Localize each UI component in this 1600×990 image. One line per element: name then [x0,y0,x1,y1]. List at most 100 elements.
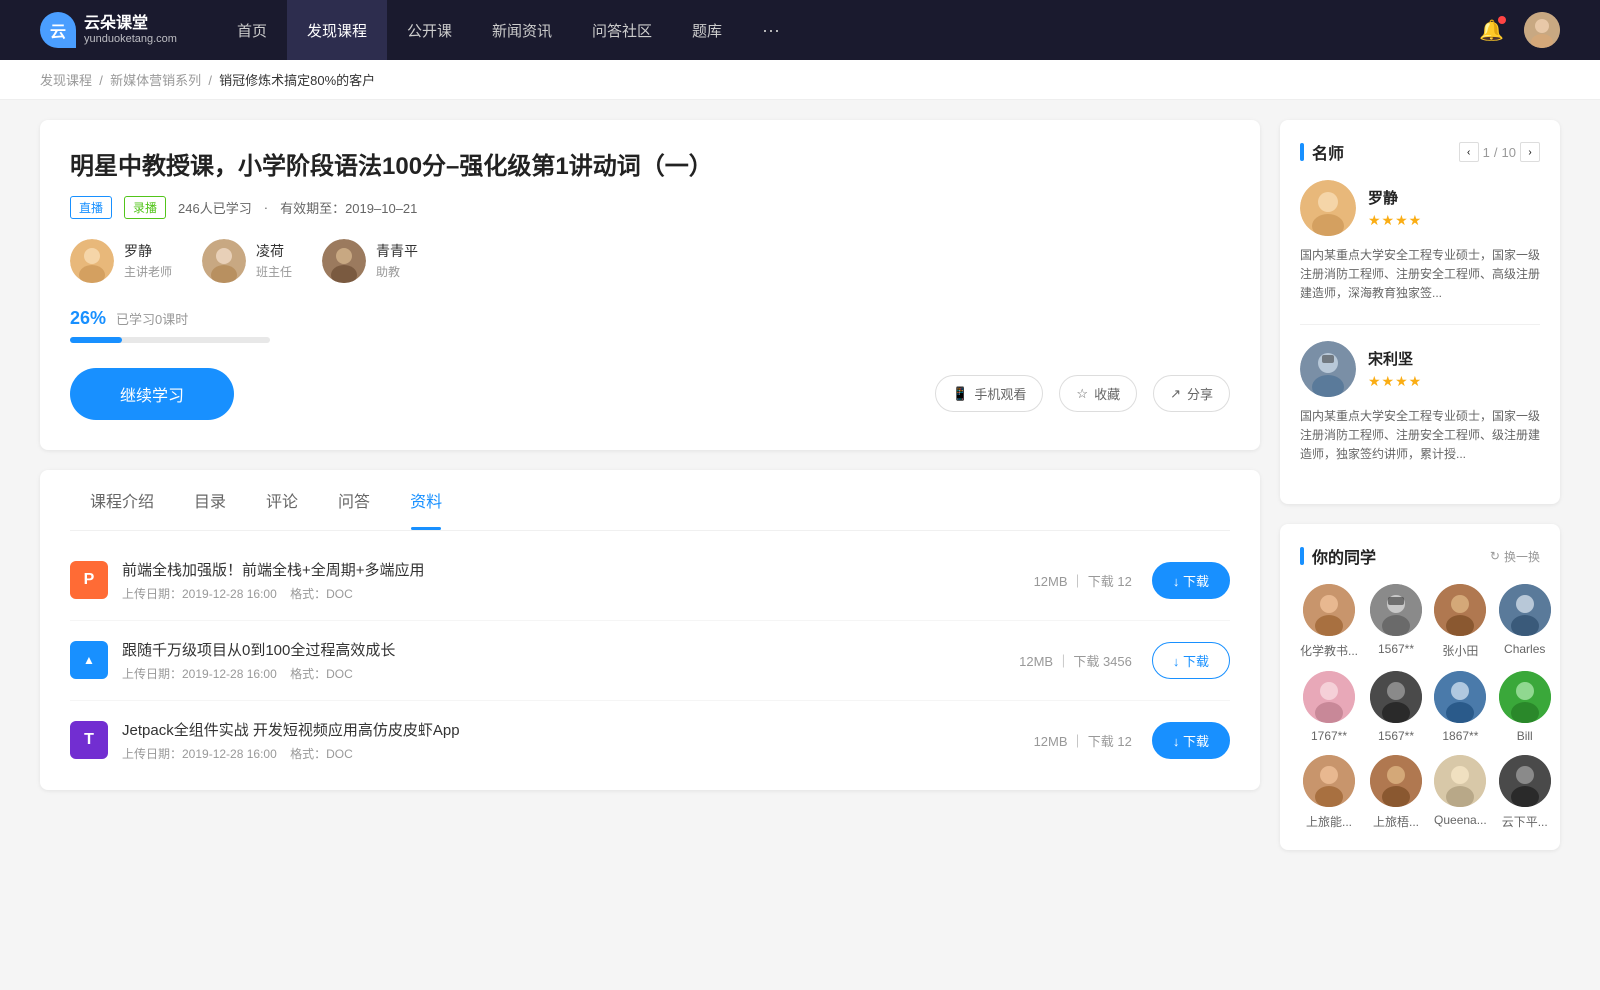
notification-bell[interactable]: 🔔 [1479,18,1504,43]
progress-label: 26% 已学习0课时 [70,308,1230,329]
student-count: 246人已学习 [178,198,252,217]
star-icon: ☆ [1076,386,1088,402]
mobile-watch-button[interactable]: 📱 手机观看 [935,375,1043,412]
sidebar-teacher-2-info: 宋利坚 ★★★★ [1368,348,1422,390]
download-btn-2[interactable]: ↓ 下载 [1152,642,1230,679]
progress-bar-fill [70,337,122,343]
sidebar-teacher-2-desc: 国内某重点大学安全工程专业硕士，国家一级注册消防工程师、注册安全工程师、级注册建… [1300,407,1540,465]
course-meta: 直播 录播 246人已学习 · 有效期至：2019–10–21 [70,196,1230,219]
tab-intro[interactable]: 课程介绍 [70,470,174,530]
tag-live: 直播 [70,196,112,219]
classmate-0-name: 化学教书... [1300,642,1358,659]
classmates-title-bar [1300,547,1304,565]
tab-qa[interactable]: 问答 [318,470,390,530]
tab-review[interactable]: 评论 [246,470,318,530]
classmate-5-name: 1567** [1370,729,1422,743]
res-title-1: 前端全栈加强版！前端全栈+全周期+多端应用 [122,559,1034,580]
resource-list: P 前端全栈加强版！前端全栈+全周期+多端应用 上传日期：2019-12-28 … [70,531,1230,790]
classmate-5-avatar [1370,671,1422,723]
teacher-3: 青青平 助教 [322,239,418,283]
teacher-divider [1300,324,1540,325]
res-stats-1: 12MB ｜ 下载 12 [1034,571,1132,590]
download-btn-3[interactable]: ↓ 下载 [1152,722,1230,759]
sidebar-teacher-1-header: 罗静 ★★★★ [1300,180,1540,236]
classmate-3-avatar [1499,584,1551,636]
sidebar-teacher-2-name: 宋利坚 [1368,348,1422,369]
classmate-4-name: 1767** [1300,729,1358,743]
res-meta-3: 上传日期：2019-12-28 16:00 格式：DOC [122,745,1034,762]
main-layout: 明星中教授课，小学阶段语法100分–强化级第1讲动词（一） 直播 录播 246人… [0,100,1600,890]
sidebar-teacher-1-name: 罗静 [1368,187,1422,208]
res-title-3: Jetpack全组件实战 开发短视频应用高仿皮皮虾App [122,719,1034,740]
classmate-6-avatar [1434,671,1486,723]
logo[interactable]: 云 云朵课堂 yunduoketang.com [40,12,177,48]
classmate-6-name: 1867** [1434,729,1487,743]
teachers-list: 罗静 主讲老师 凌荷 班主任 [70,239,1230,283]
classmate-0-avatar [1303,584,1355,636]
teachers-pagination: ‹ 1 / 10 › [1459,142,1540,162]
sidebar-teacher-1-info: 罗静 ★★★★ [1368,187,1422,229]
teacher-2-info: 凌荷 班主任 [256,241,292,280]
classmate-9-name: 上旅梧... [1370,813,1422,830]
main-nav: 首页 发现课程 公开课 新闻资讯 问答社区 题库 ··· [217,0,1479,60]
breadcrumb-series[interactable]: 新媒体营销系列 [110,73,201,88]
course-card: 明星中教授课，小学阶段语法100分–强化级第1讲动词（一） 直播 录播 246人… [40,120,1260,450]
classmate-2: 张小田 [1434,584,1487,659]
content-area: 明星中教授课，小学阶段语法100分–强化级第1讲动词（一） 直播 录播 246人… [40,120,1260,870]
teacher-3-name: 青青平 [376,241,418,261]
nav-news[interactable]: 新闻资讯 [472,0,572,60]
teacher-1-role: 主讲老师 [124,263,172,280]
resource-item-3: T Jetpack全组件实战 开发短视频应用高仿皮皮虾App 上传日期：2019… [70,701,1230,780]
classmate-2-name: 张小田 [1434,642,1487,659]
breadcrumb-current: 销冠修炼术搞定80%的客户 [219,73,375,88]
continue-learning-button[interactable]: 继续学习 [70,368,234,420]
teacher-3-avatar [322,239,366,283]
nav-quiz[interactable]: 题库 [672,0,742,60]
nav-qa[interactable]: 问答社区 [572,0,672,60]
next-page-btn[interactable]: › [1520,142,1540,162]
res-meta-1: 上传日期：2019-12-28 16:00 格式：DOC [122,585,1034,602]
teacher-1-name: 罗静 [124,241,172,261]
teachers-sidebar-card: 名师 ‹ 1 / 10 › 罗静 ★★★★ [1280,120,1560,504]
sidebar-teacher-1-stars: ★★★★ [1368,212,1422,229]
refresh-classmates-btn[interactable]: ↻ 换一换 [1490,548,1540,565]
collect-button[interactable]: ☆ 收藏 [1059,375,1137,412]
classmate-0: 化学教书... [1300,584,1358,659]
progress-desc: 已学习0课时 [116,309,188,328]
valid-date: 有效期至：2019–10–21 [280,198,417,217]
header-right: 🔔 [1479,12,1560,48]
breadcrumb-discover[interactable]: 发现课程 [40,73,92,88]
tabs-header: 课程介绍 目录 评论 问答 资料 [70,470,1230,531]
teacher-1-info: 罗静 主讲老师 [124,241,172,280]
classmate-1-avatar [1370,584,1422,636]
classmates-grid: 化学教书... 1567** 张小田 [1300,584,1540,830]
tab-catalog[interactable]: 目录 [174,470,246,530]
user-avatar-header[interactable] [1524,12,1560,48]
separator: · [264,200,268,215]
resource-item-1: P 前端全栈加强版！前端全栈+全周期+多端应用 上传日期：2019-12-28 … [70,541,1230,621]
classmate-4: 1767** [1300,671,1358,743]
classmates-title-text: 你的同学 [1300,544,1376,568]
share-button[interactable]: ↗ 分享 [1153,375,1230,412]
classmate-1: 1567** [1370,584,1422,659]
teachers-title-text: 名师 [1300,140,1344,164]
res-meta-2: 上传日期：2019-12-28 16:00 格式：DOC [122,665,1019,682]
progress-percent: 26% [70,308,106,329]
notification-dot [1498,16,1506,24]
page-current: 1 [1483,145,1490,160]
nav-more[interactable]: ··· [742,0,800,60]
tab-resource[interactable]: 资料 [390,470,462,530]
header: 云 云朵课堂 yunduoketang.com 首页 发现课程 公开课 新闻资讯… [0,0,1600,60]
nav-discover[interactable]: 发现课程 [287,0,387,60]
classmate-3: Charles [1499,584,1551,659]
teacher-2-avatar [202,239,246,283]
sidebar-teacher-2: 宋利坚 ★★★★ 国内某重点大学安全工程专业硕士，国家一级注册消防工程师、注册安… [1300,341,1540,465]
res-icon-2: ▲ [70,641,108,679]
classmate-11-name: 云下平... [1499,813,1551,830]
nav-home[interactable]: 首页 [217,0,287,60]
prev-page-btn[interactable]: ‹ [1459,142,1479,162]
logo-icon: 云 [40,12,76,48]
nav-open[interactable]: 公开课 [387,0,472,60]
download-btn-1[interactable]: ↓ 下载 [1152,562,1230,599]
share-icon: ↗ [1170,386,1181,402]
